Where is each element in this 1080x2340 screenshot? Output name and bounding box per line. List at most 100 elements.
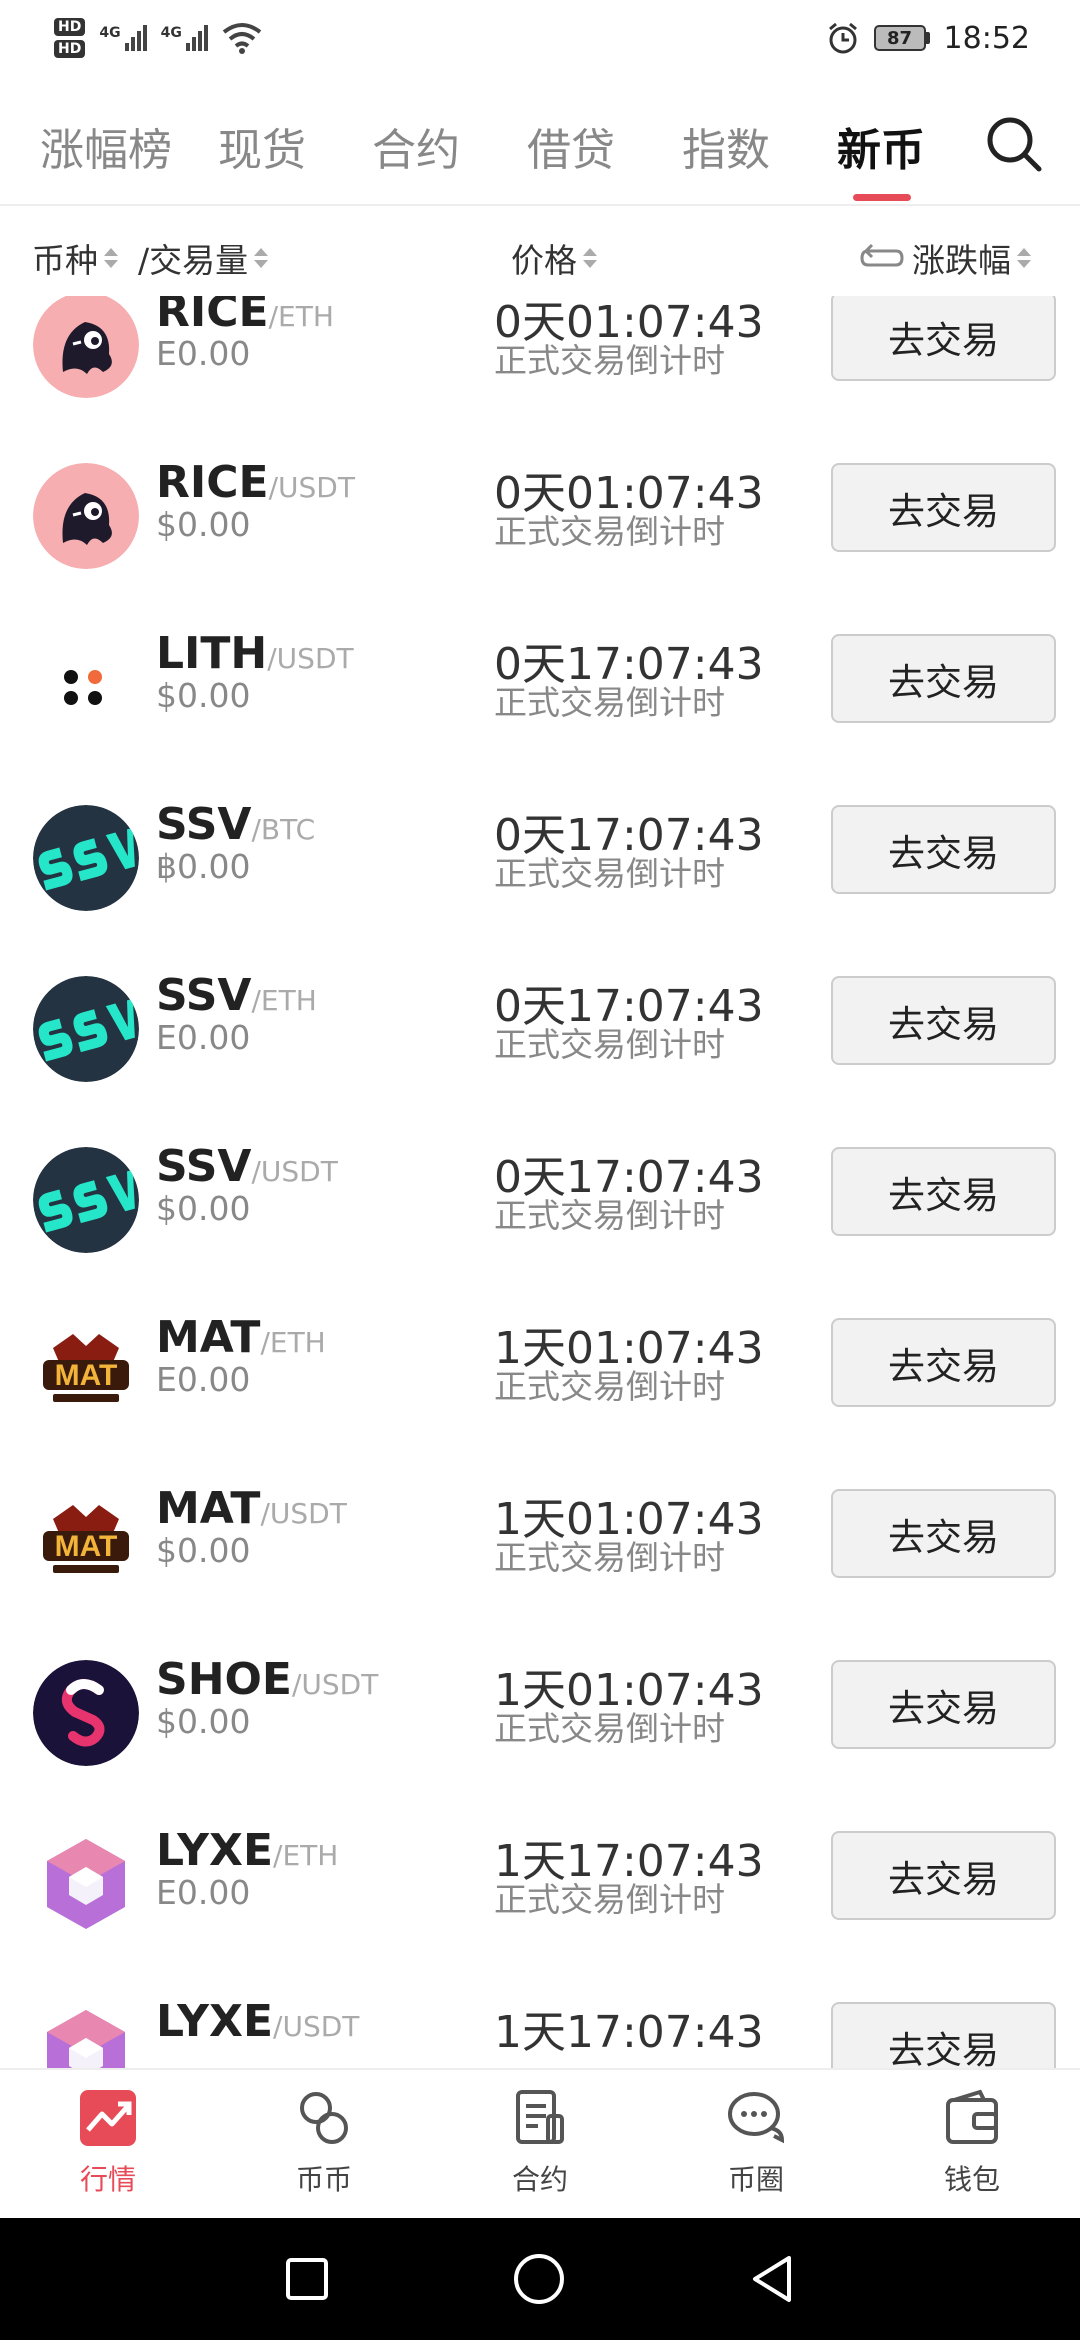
countdown-label: 正式交易倒计时 <box>494 1196 725 1235</box>
countdown-label: 正式交易倒计时 <box>494 1709 725 1748</box>
trade-button[interactable]: 去交易 <box>831 1489 1056 1578</box>
countdown-label: 正式交易倒计时 <box>494 341 725 380</box>
tab-gainers[interactable]: 涨幅榜 <box>40 114 172 178</box>
sort-change[interactable]: 涨跌幅 <box>858 234 1031 282</box>
base-symbol: MAT <box>156 1312 261 1363</box>
base-symbol: LYXE <box>156 1996 274 2047</box>
list-item[interactable]: MAT MAT/ETH E0.00 1天01:07:43 正式交易倒计时 去交易 <box>0 1312 1080 1493</box>
list-item[interactable]: SHOE/USDT $0.00 1天01:07:43 正式交易倒计时 去交易 <box>0 1654 1080 1835</box>
sort-volume[interactable]: /交易量 <box>138 234 269 282</box>
nav-exchange[interactable]: 币币 <box>216 2070 432 2218</box>
countdown-label: 正式交易倒计时 <box>494 854 725 893</box>
battery-icon: 87 <box>873 25 930 51</box>
tab-lending[interactable]: 借贷 <box>527 114 615 178</box>
tab-contract[interactable]: 合约 <box>372 114 460 178</box>
trading-pair: SSV/BTC <box>156 799 315 850</box>
nav-community-label: 币圈 <box>727 2163 784 2196</box>
hd-badge-1: HD <box>54 18 86 36</box>
home-icon[interactable] <box>511 2251 567 2307</box>
sort-price[interactable]: 价格 <box>511 234 597 282</box>
list-item[interactable]: SSV/BTC ฿0.00 0天17:07:43 正式交易倒计时 去交易 <box>0 799 1080 980</box>
countdown-label: 正式交易倒计时 <box>494 683 725 722</box>
signal-icon: 4G <box>99 25 147 51</box>
trade-button[interactable]: 去交易 <box>831 1147 1056 1236</box>
trading-pair: LYXE/USDT <box>156 1996 359 2047</box>
list-item[interactable]: MAT MAT/USDT $0.00 1天01:07:43 正式交易倒计时 去交易 <box>0 1483 1080 1664</box>
tab-new-coins[interactable]: 新币 <box>837 114 925 178</box>
document-icon <box>516 2090 564 2144</box>
shoe-logo <box>33 1660 139 1766</box>
bottom-nav: 行情 币币 合约 币圈 钱包 <box>0 2068 1080 2218</box>
svg-text:MAT: MAT <box>55 1359 118 1392</box>
tab-index[interactable]: 指数 <box>682 114 770 178</box>
sort-coin[interactable]: 币种 <box>32 234 118 282</box>
countdown-label: 正式交易倒计时 <box>494 1880 725 1919</box>
volume-value: $0.00 <box>156 1702 251 1741</box>
trade-button[interactable]: 去交易 <box>831 976 1056 1065</box>
mat-logo: MAT <box>33 1318 139 1424</box>
trading-pair: SSV/ETH <box>156 970 317 1021</box>
nav-market[interactable]: 行情 <box>0 2070 216 2218</box>
trading-pair: SHOE/USDT <box>156 1654 378 1705</box>
wifi-icon <box>222 23 262 54</box>
exchange-icon <box>300 2092 348 2144</box>
list-item[interactable]: LYXE/ETH E0.00 1天17:07:43 正式交易倒计时 去交易 <box>0 1825 1080 2006</box>
volume-value: E0.00 <box>156 1360 251 1399</box>
trading-pair: RICE/USDT <box>156 457 355 508</box>
volume-value: $0.00 <box>156 676 251 715</box>
ssv-logo <box>33 805 139 911</box>
list-item[interactable]: RICE/USDT $0.00 0天01:07:43 正式交易倒计时 去交易 <box>0 457 1080 638</box>
quote-symbol: /USDT <box>267 642 354 675</box>
trade-button[interactable]: 去交易 <box>831 1660 1056 1749</box>
trade-button[interactable]: 去交易 <box>831 463 1056 552</box>
quote-symbol: /USDT <box>291 1668 379 1701</box>
svg-text:MAT: MAT <box>55 1530 118 1563</box>
trade-button[interactable]: 去交易 <box>831 634 1056 723</box>
list-item[interactable]: LITH/USDT $0.00 0天17:07:43 正式交易倒计时 去交易 <box>0 628 1080 809</box>
tab-spot[interactable]: 现货 <box>218 114 306 178</box>
countdown-label: 正式交易倒计时 <box>494 1025 725 1064</box>
trade-button[interactable]: 去交易 <box>831 296 1056 381</box>
ssv-logo <box>33 976 139 1082</box>
list-item[interactable]: RICE/ETH E0.00 0天01:07:43 正式交易倒计时 去交易 <box>0 296 1080 467</box>
base-symbol: LYXE <box>156 1825 274 1876</box>
list-item[interactable]: SSV/ETH E0.00 0天17:07:43 正式交易倒计时 去交易 <box>0 970 1080 1151</box>
switch-icon[interactable] <box>858 241 906 275</box>
listing-countdown-time: 1天17:07:43 <box>494 2007 764 2058</box>
battery-level: 87 <box>873 25 926 51</box>
trading-pair: LITH/USDT <box>156 628 354 679</box>
network-type-2: 4G <box>160 25 182 41</box>
trade-button[interactable]: 去交易 <box>831 1831 1056 1920</box>
nav-wallet-label: 钱包 <box>943 2163 1000 2196</box>
search-icon[interactable] <box>984 114 1044 174</box>
recent-apps-icon[interactable] <box>283 2255 331 2303</box>
sort-arrows-icon <box>104 248 118 268</box>
trade-button[interactable]: 去交易 <box>831 1318 1056 1407</box>
header-price-label: 价格 <box>511 241 577 280</box>
trade-button[interactable]: 去交易 <box>831 805 1056 894</box>
list-item[interactable]: SSV/USDT $0.00 0天17:07:43 正式交易倒计时 去交易 <box>0 1141 1080 1322</box>
active-tab-indicator <box>853 194 911 201</box>
hd-badge-2: HD <box>54 40 86 58</box>
volume-value: $0.00 <box>156 1189 251 1228</box>
mat-logo: MAT <box>33 1489 139 1595</box>
countdown-label: 正式交易倒计时 <box>494 1367 725 1406</box>
base-symbol: SSV <box>156 970 252 1021</box>
wallet-icon <box>946 2089 998 2144</box>
nav-wallet[interactable]: 钱包 <box>864 2070 1080 2218</box>
quote-symbol: /USDT <box>251 1155 338 1188</box>
alarm-icon <box>828 22 857 54</box>
trade-button[interactable]: 去交易 <box>831 2002 1056 2068</box>
nav-contract[interactable]: 合约 <box>432 2070 648 2218</box>
base-symbol: SSV <box>156 799 252 850</box>
sort-arrows-icon <box>254 248 269 268</box>
lyxe-logo <box>33 2002 139 2068</box>
network-type-1: 4G <box>99 25 121 41</box>
quote-symbol: /ETH <box>273 1839 339 1872</box>
base-symbol: SSV <box>156 1141 252 1192</box>
back-icon[interactable] <box>747 2252 797 2306</box>
trading-pair: MAT/ETH <box>156 1312 326 1363</box>
list-item[interactable]: LYXE/USDT 1天17:07:43 去交易 <box>0 1996 1080 2068</box>
volume-value: $0.00 <box>156 1531 251 1570</box>
nav-community[interactable]: 币圈 <box>648 2070 864 2218</box>
